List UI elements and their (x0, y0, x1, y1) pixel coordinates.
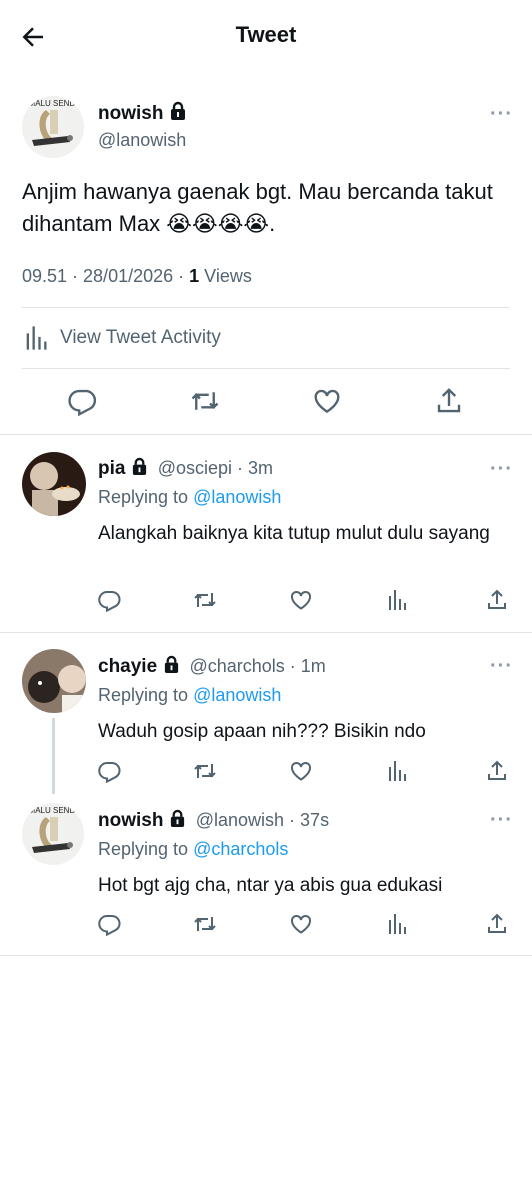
replying-prefix: Replying to (98, 487, 194, 507)
divider (0, 632, 532, 633)
lock-icon (163, 655, 180, 680)
share-button[interactable] (434, 386, 464, 416)
like-button[interactable] (289, 588, 313, 612)
avatar[interactable] (22, 649, 86, 713)
reply-icon (98, 590, 121, 612)
like-button[interactable] (289, 759, 313, 783)
more-icon[interactable]: ··· (490, 655, 513, 678)
replying-to-link[interactable]: @charchols (193, 839, 288, 859)
reply-icon (98, 914, 121, 936)
retweet-button[interactable] (193, 759, 217, 783)
reply-author-name[interactable]: nowish (98, 810, 163, 831)
share-button[interactable] (485, 588, 509, 612)
analytics-button[interactable] (385, 588, 409, 612)
reply-author-handle[interactable]: @charchols (189, 656, 284, 676)
analytics-icon (389, 761, 406, 781)
divider (22, 307, 510, 308)
reply-icon (98, 761, 121, 783)
replying-to: Replying to @lanowish (98, 685, 281, 706)
view-activity-button[interactable]: View Tweet Activity (22, 324, 221, 352)
replying-prefix: Replying to (98, 685, 194, 705)
tweet-meta: 09.51 · 28/01/2026 · 1 Views (22, 266, 252, 287)
author-handle[interactable]: @lanowish (98, 130, 186, 151)
lock-icon (131, 457, 148, 482)
avatar[interactable]: MALU SENDI (22, 803, 84, 865)
heart-icon (314, 389, 340, 414)
retweet-icon (194, 917, 216, 931)
retweet-icon (194, 593, 216, 607)
lock-icon (169, 101, 187, 127)
share-icon (488, 760, 506, 780)
views-count[interactable]: 1 (189, 266, 199, 286)
share-button[interactable] (485, 912, 509, 936)
heart-icon (291, 590, 311, 610)
view-activity-label: View Tweet Activity (60, 327, 221, 348)
reply-author-name[interactable]: chayie (98, 656, 157, 677)
more-icon[interactable]: ··· (490, 809, 513, 832)
reply-text: Alangkah baiknya kita tutup mulut dulu s… (98, 523, 490, 544)
tweet-text: Anjim hawanya gaenak bgt. Mau bercanda t… (22, 179, 493, 236)
author-name-text: nowish (98, 103, 164, 124)
avatar-caption: MALU SENDI (29, 806, 78, 815)
avatar-image: MALU SENDI (22, 96, 84, 158)
avatar[interactable]: MALU SENDI (22, 96, 84, 158)
reply-button[interactable] (98, 912, 122, 936)
reply-time: · 3m (232, 458, 274, 478)
share-icon (488, 913, 506, 933)
replying-to-link[interactable]: @lanowish (193, 685, 281, 705)
reply-text: Hot bgt ajg cha, ntar ya abis gua edukas… (98, 875, 443, 896)
views-label: Views (199, 266, 252, 286)
share-button[interactable] (485, 759, 509, 783)
lock-icon (169, 809, 186, 834)
reply-author-name[interactable]: pia (98, 458, 125, 479)
replying-prefix: Replying to (98, 839, 194, 859)
reply-button[interactable] (68, 386, 98, 416)
analytics-icon (389, 914, 406, 934)
replying-to-link[interactable]: @lanowish (193, 487, 281, 507)
avatar-caption: MALU SENDI (29, 99, 78, 108)
reply-author-handle[interactable]: @osciepi (158, 458, 232, 478)
reply-icon (68, 389, 97, 416)
reply-button[interactable] (98, 759, 122, 783)
reply-button[interactable] (98, 588, 122, 612)
divider (0, 955, 532, 956)
thread-line (52, 718, 55, 794)
more-icon[interactable]: ··· (490, 103, 513, 126)
analytics-icon (389, 590, 406, 610)
avatar[interactable] (22, 452, 86, 516)
retweet-button[interactable] (193, 588, 217, 612)
heart-icon (291, 761, 311, 781)
divider (22, 368, 510, 369)
author-name[interactable]: nowish (98, 101, 187, 127)
retweet-button[interactable] (193, 912, 217, 936)
timestamp: 09.51 · 28/01/2026 · (22, 266, 190, 286)
retweet-icon (194, 764, 216, 778)
analytics-button[interactable] (385, 759, 409, 783)
retweet-button[interactable] (190, 386, 220, 416)
reply-header: nowish @lanowish · 37s (98, 809, 329, 834)
reply-header: pia @osciepi · 3m (98, 457, 273, 482)
more-icon[interactable]: ··· (490, 458, 513, 481)
divider (0, 434, 532, 435)
retweet-icon (191, 392, 219, 410)
share-icon (437, 388, 461, 413)
like-button[interactable] (289, 912, 313, 936)
heart-icon (291, 914, 311, 934)
reply-text: Waduh gosip apaan nih??? Bisikin ndo (98, 721, 426, 742)
share-icon (488, 589, 506, 609)
avatar-image (22, 649, 86, 713)
analytics-icon (22, 324, 50, 352)
reply-author-handle[interactable]: @lanowish (196, 810, 284, 830)
avatar-image: MALU SENDI (22, 803, 84, 865)
reply-header: chayie @charchols · 1m (98, 655, 326, 680)
replying-to: Replying to @charchols (98, 839, 288, 860)
analytics-button[interactable] (385, 912, 409, 936)
avatar-image (22, 452, 86, 516)
reply-time: · 1m (284, 656, 326, 676)
reply-time: · 37s (284, 810, 330, 830)
page-title: Tweet (235, 22, 297, 47)
like-button[interactable] (312, 386, 342, 416)
replying-to: Replying to @lanowish (98, 487, 281, 508)
